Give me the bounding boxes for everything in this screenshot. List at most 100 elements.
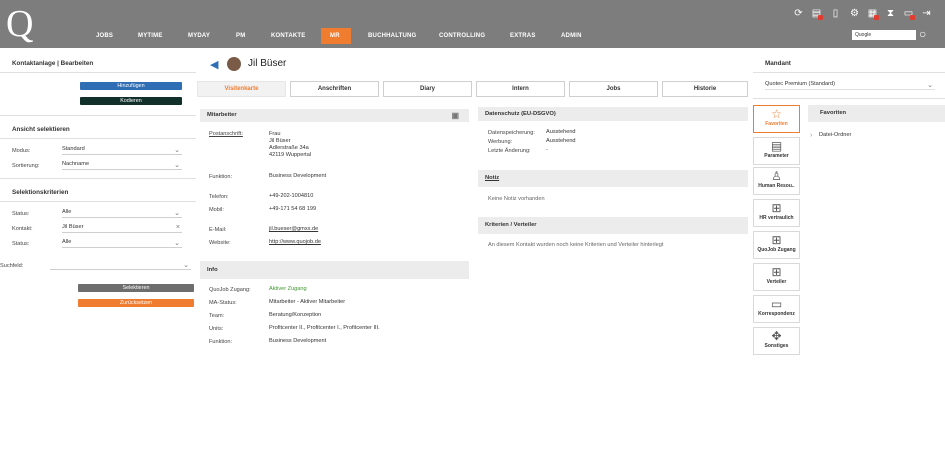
chevron-right-icon[interactable]: › [810, 132, 812, 139]
nav-buchhaltung[interactable]: BUCHHALTUNG [368, 33, 416, 39]
side-btn-korrespondenz[interactable]: ▭ Korrespondenz [753, 295, 800, 323]
org-chart-icon: ⊞ [771, 201, 782, 215]
org-chart-icon: ⊞ [771, 265, 782, 279]
nav-kontakte[interactable]: KONTAKTE [271, 33, 306, 39]
org-chart-icon: ⊞ [771, 233, 782, 247]
nav-mytime[interactable]: MYTIME [138, 33, 163, 39]
kriterien-title: Kriterien / Verteiler [485, 222, 537, 228]
divider [0, 72, 196, 73]
kriterien-header: Kriterien / Verteiler [478, 217, 748, 234]
select-button[interactable]: Selektieren [78, 284, 194, 292]
nav-extras[interactable]: EXTRAS [510, 33, 536, 39]
side-btn-hr-vertraulich[interactable]: ⊞ HR vertraulich [753, 199, 800, 227]
code-button[interactable]: Kodieren [80, 97, 182, 105]
nav-admin[interactable]: ADMIN [561, 33, 582, 39]
tab-historie[interactable]: Historie [662, 81, 748, 97]
status2-label: Status: [12, 241, 30, 247]
info-value: Mitarbeiter - Aktiver Mitarbeiter [269, 299, 346, 305]
info-label: Funktion: [209, 339, 233, 345]
info-header: Info [200, 261, 469, 279]
email-link[interactable]: jil.bueser@gmxx.de [269, 226, 318, 233]
divider [753, 72, 945, 73]
notiz-text: Keine Notiz vorhanden [488, 196, 545, 202]
address-line: Jil Büser [269, 138, 291, 144]
tab-diary[interactable]: Diary [383, 81, 472, 97]
ds-value: - [546, 147, 548, 153]
status2-value: Alle [62, 239, 72, 245]
app-logo[interactable]: Q [6, 4, 40, 44]
star-icon: ☆ [771, 107, 782, 121]
clipboard-icon[interactable]: ▯ [830, 8, 841, 19]
side-btn-favoriten[interactable]: ☆ Favoriten [753, 105, 800, 133]
global-search-input[interactable] [852, 30, 916, 40]
side-btn-label: Favoriten [765, 121, 788, 127]
website-link[interactable]: http://www.quojob.de [269, 239, 321, 246]
hourglass-icon[interactable]: ⧗ [885, 8, 896, 19]
side-btn-label: Verteiler [766, 279, 787, 285]
side-btn-sonstiges[interactable]: ✥ Sonstiges [753, 327, 800, 355]
nav-pm[interactable]: PM [236, 33, 245, 39]
chevron-down-icon: ⌄ [927, 82, 933, 89]
notification-badge [874, 15, 879, 20]
mandant-select[interactable]: Quotec Premium (Standard) ⌄ [765, 81, 935, 90]
side-btn-label: Korrespondenz [758, 311, 795, 317]
mobil-value[interactable]: +49-171 54 68 199 [269, 206, 316, 213]
ds-value: Ausstehend [546, 138, 576, 144]
suchfeld-select[interactable]: ⌄ [50, 261, 191, 270]
quojob-status-value: Aktiver Zugang [269, 286, 307, 292]
nav-mr[interactable]: MR [330, 33, 340, 39]
ds-label: Datenspeicherung: [488, 130, 535, 136]
back-arrow-icon[interactable]: ◀ [210, 58, 218, 71]
mandant-title: Mandant [765, 60, 791, 67]
favoriten-item[interactable]: Datei-Ordner [819, 132, 851, 139]
side-btn-human-resources[interactable]: ♙ Human Resou.. [753, 167, 800, 195]
mitarbeiter-header: Mitarbeiter ▣ [200, 109, 469, 122]
avatar [227, 57, 241, 71]
tab-intern[interactable]: Intern [476, 81, 565, 97]
address-line: Adlerstraße 34a [269, 145, 309, 151]
notification-badge [818, 15, 823, 20]
contact-name: Jil Büser [248, 58, 287, 69]
ansicht-title: Ansicht selektieren [12, 126, 70, 133]
telefon-value[interactable]: +49-202-1004810 [269, 193, 313, 200]
side-btn-parameter[interactable]: ▤ Parameter [753, 137, 800, 165]
notiz-title[interactable]: Notiz [485, 175, 499, 181]
status-label: Status: [12, 211, 30, 217]
divider [0, 138, 196, 139]
postanschrift-label[interactable]: Postanschrift: [209, 131, 243, 137]
logout-icon[interactable]: ⇥ [921, 8, 932, 19]
chevron-down-icon: ⌄ [174, 147, 180, 154]
info-value: Beratung/Konzeption [269, 312, 322, 318]
side-btn-label: HR vertraulich [759, 215, 794, 221]
settings-icon[interactable]: ⚙ [849, 8, 860, 19]
side-btn-verteiler[interactable]: ⊞ Verteiler [753, 263, 800, 291]
person-icon: ♙ [771, 169, 782, 183]
clear-icon[interactable]: × [176, 224, 180, 231]
suchfeld-label: Suchfeld: [0, 263, 24, 269]
mandant-value: Quotec Premium (Standard) [765, 81, 835, 87]
tab-anschriften[interactable]: Anschriften [290, 81, 379, 97]
status-select[interactable]: Alle ⌄ [62, 209, 182, 218]
side-btn-quojob-zugang[interactable]: ⊞ QuoJob Zugang [753, 231, 800, 259]
status2-select[interactable]: Alle ⌄ [62, 239, 182, 248]
nav-jobs[interactable]: JOBS [96, 33, 113, 39]
info-label: MA-Status: [209, 300, 237, 306]
reset-button[interactable]: Zurücksetzen [78, 299, 194, 307]
notification-badge [910, 15, 915, 20]
nav-controlling[interactable]: CONTROLLING [439, 33, 485, 39]
tab-visitenkarte[interactable]: Visitenkarte [197, 81, 286, 97]
website-label: Website: [209, 240, 231, 246]
modus-select[interactable]: Standard ⌄ [62, 146, 182, 155]
refresh-icon[interactable]: ⟳ [793, 8, 804, 19]
telefon-label: Telefon: [209, 194, 229, 200]
chevron-down-icon: ⌄ [183, 262, 189, 269]
chevron-down-icon: ⌄ [174, 240, 180, 247]
add-button[interactable]: Hinzufügen [80, 82, 182, 90]
search-icon[interactable]: ○ [919, 27, 926, 41]
sortierung-select[interactable]: Nachname ⌄ [62, 161, 182, 170]
tab-jobs[interactable]: Jobs [569, 81, 658, 97]
kontakt-field[interactable]: Jil Büser × [62, 224, 182, 233]
nav-myday[interactable]: MYDAY [188, 33, 210, 39]
selektionskriterien-title: Selektionskriterien [12, 189, 69, 196]
vcard-icon[interactable]: ▣ [451, 109, 459, 122]
